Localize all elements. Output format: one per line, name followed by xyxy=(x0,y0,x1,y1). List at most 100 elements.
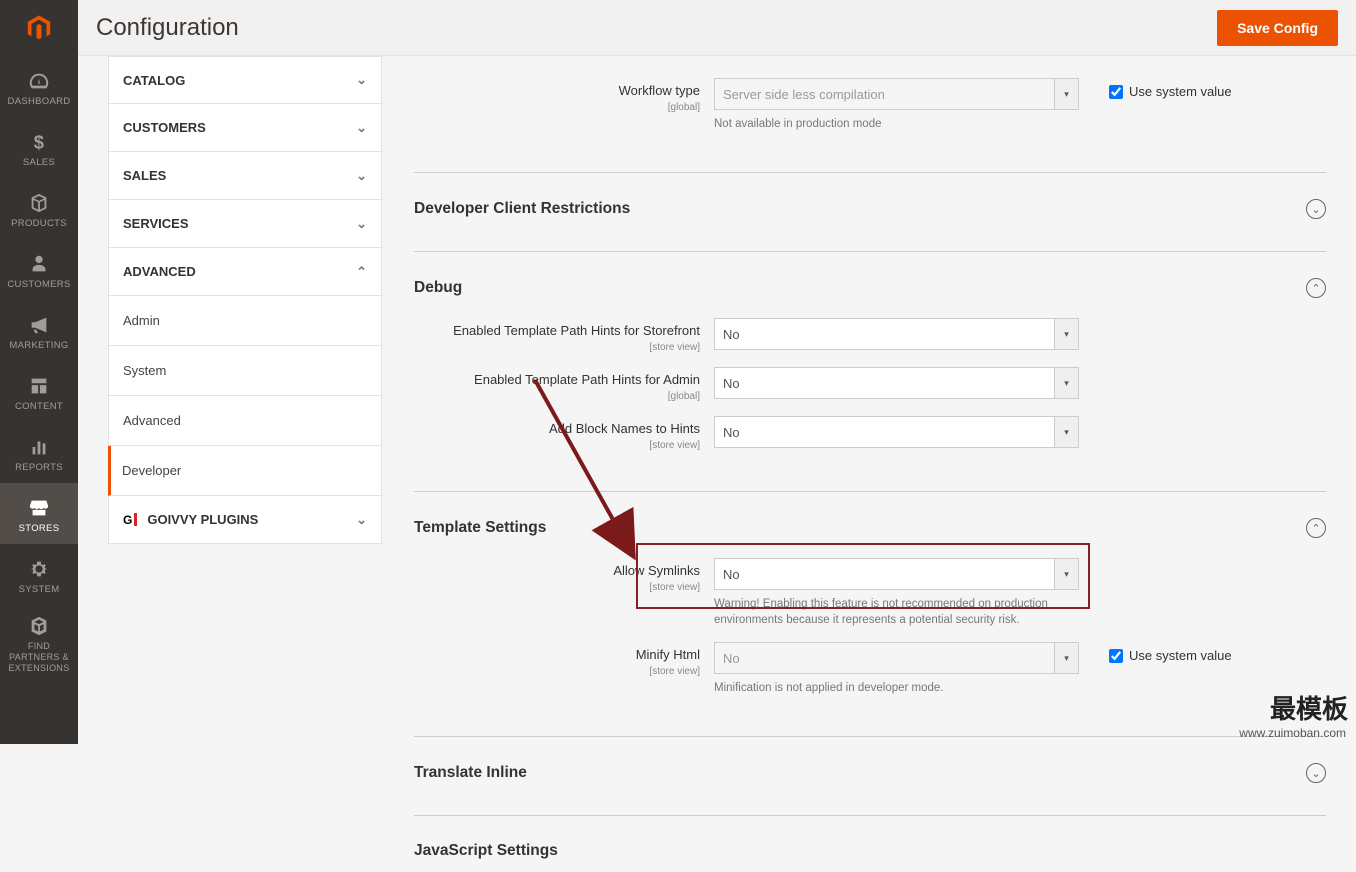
nav-label: MARKETING xyxy=(9,340,68,351)
field-scope: [global] xyxy=(414,391,700,402)
chevron-down-icon: ▾ xyxy=(1054,79,1078,109)
section-header[interactable]: Debug ⌃ xyxy=(414,252,1326,310)
tpl-hints-storefront-select[interactable]: No ▾ xyxy=(714,318,1079,350)
nav-sales[interactable]: $ SALES xyxy=(0,117,78,178)
field-label: Enabled Template Path Hints for Storefro… xyxy=(453,323,700,338)
sidebar-goivvy[interactable]: G GOIVVY PLUGINS ⌄ xyxy=(108,496,382,544)
field-allow-symlinks: Allow Symlinks [store view] No▾ Warning!… xyxy=(414,558,1326,628)
sidebar-customers[interactable]: CUSTOMERS ⌄ xyxy=(108,104,382,152)
partners-icon xyxy=(28,615,50,637)
section-javascript-settings: JavaScript Settings xyxy=(414,815,1326,872)
minify-use-system-checkbox[interactable] xyxy=(1109,649,1123,663)
field-workflow-type: Workflow type [global] Server side less … xyxy=(414,78,1326,132)
sidebar-sub-advanced[interactable]: Advanced xyxy=(108,396,382,446)
nav-label: SYSTEM xyxy=(19,584,60,595)
sidebar-label: CUSTOMERS xyxy=(123,120,206,135)
sidebar-advanced[interactable]: ADVANCED ⌃ xyxy=(108,248,382,296)
field-scope: [store view] xyxy=(414,342,700,353)
nav-label: CONTENT xyxy=(15,401,63,412)
top-bar: Configuration Save Config xyxy=(78,0,1356,56)
storefront-icon xyxy=(28,497,50,519)
select-value: No xyxy=(723,376,740,391)
chevron-down-icon: ⌄ xyxy=(356,72,367,88)
config-main: Workflow type [global] Server side less … xyxy=(414,56,1326,744)
field-minify-html: Minify Html [store view] No▾ Minificatio… xyxy=(414,642,1326,696)
tpl-hints-admin-select[interactable]: No ▾ xyxy=(714,367,1079,399)
nav-customers[interactable]: CUSTOMERS xyxy=(0,239,78,300)
sidebar-sales[interactable]: SALES⌄ xyxy=(108,152,382,200)
page-title: Configuration xyxy=(96,14,239,42)
field-tpl-hints-storefront: Enabled Template Path Hints for Storefro… xyxy=(414,318,1326,353)
section-header[interactable]: Template Settings ⌃ xyxy=(414,492,1326,550)
collapse-icon: ⌄ xyxy=(1306,763,1326,783)
block-names-select[interactable]: No ▾ xyxy=(714,416,1079,448)
nav-partners[interactable]: FIND PARTNERS & EXTENSIONS xyxy=(0,605,78,683)
nav-dashboard[interactable]: DASHBOARD xyxy=(0,56,78,117)
watermark-text: 最模板 xyxy=(1270,689,1348,726)
nav-products[interactable]: PRODUCTS xyxy=(0,178,78,239)
select-value: No xyxy=(723,651,740,666)
select-value: No xyxy=(723,425,740,440)
sidebar-sub-admin[interactable]: Admin xyxy=(108,296,382,346)
sidebar-label: GOIVVY PLUGINS xyxy=(147,512,258,527)
sidebar-label: Admin xyxy=(123,313,160,328)
chevron-down-icon: ⌄ xyxy=(356,512,367,528)
chevron-down-icon: ⌄ xyxy=(356,168,367,184)
nav-system[interactable]: SYSTEM xyxy=(0,544,78,605)
sidebar-label: ADVANCED xyxy=(123,264,196,279)
save-config-button[interactable]: Save Config xyxy=(1217,10,1338,46)
chevron-down-icon: ⌄ xyxy=(356,120,367,136)
field-scope: [store view] xyxy=(414,582,700,593)
section-developer-client-restrictions: Developer Client Restrictions ⌄ xyxy=(414,172,1326,231)
section-translate-inline: Translate Inline ⌄ xyxy=(414,736,1326,795)
nav-content[interactable]: CONTENT xyxy=(0,361,78,422)
section-header[interactable]: JavaScript Settings xyxy=(414,816,1326,872)
chevron-down-icon: ▾ xyxy=(1054,319,1078,349)
person-icon xyxy=(28,253,50,275)
minify-html-select[interactable]: No ▾ xyxy=(714,642,1079,674)
allow-symlinks-select[interactable]: No ▾ xyxy=(714,558,1079,590)
goivvy-logo-icon: G xyxy=(123,513,137,527)
workflow-use-system-checkbox[interactable] xyxy=(1109,85,1123,99)
field-label: Workflow type xyxy=(619,83,700,98)
sidebar-label: Developer xyxy=(122,463,181,478)
expand-icon: ⌃ xyxy=(1306,518,1326,538)
nav-label: DASHBOARD xyxy=(8,96,71,107)
svg-text:$: $ xyxy=(34,131,44,152)
field-scope: [store view] xyxy=(414,440,700,451)
nav-label: REPORTS xyxy=(15,462,63,473)
section-header[interactable]: Developer Client Restrictions ⌄ xyxy=(414,173,1326,231)
chevron-down-icon: ▾ xyxy=(1054,417,1078,447)
section-title: Developer Client Restrictions xyxy=(414,200,630,218)
megaphone-icon xyxy=(28,314,50,336)
chevron-down-icon: ▾ xyxy=(1054,559,1078,589)
nav-reports[interactable]: REPORTS xyxy=(0,422,78,483)
field-block-names: Add Block Names to Hints [store view] No… xyxy=(414,416,1326,451)
nav-label: PRODUCTS xyxy=(11,218,67,229)
sidebar-sub-developer[interactable]: Developer xyxy=(108,446,382,496)
workflow-type-select[interactable]: Server side less compilation▾ xyxy=(714,78,1079,110)
nav-stores[interactable]: STORES xyxy=(0,483,78,544)
chevron-down-icon: ▾ xyxy=(1054,643,1078,673)
sidebar-label: SERVICES xyxy=(123,216,189,231)
gear-icon xyxy=(28,558,50,580)
sidebar-sub-system[interactable]: System xyxy=(108,346,382,396)
section-header[interactable]: Translate Inline ⌄ xyxy=(414,737,1326,795)
field-scope: [store view] xyxy=(414,666,700,677)
field-label: Add Block Names to Hints xyxy=(549,421,700,436)
chevron-down-icon: ⌄ xyxy=(356,216,367,232)
field-scope: [global] xyxy=(414,102,700,113)
config-sidebar: CATALOG⌄ CUSTOMERS ⌄ SALES⌄ SERVICES ⌄ ADV… xyxy=(108,56,382,544)
nav-marketing[interactable]: MARKETING xyxy=(0,300,78,361)
watermark-url: www.zuimoban.com xyxy=(1239,726,1346,740)
section-debug: Debug ⌃ Enabled Template Path Hints for … xyxy=(414,251,1326,471)
sidebar-services[interactable]: SERVICES ⌄ xyxy=(108,200,382,248)
select-value: No xyxy=(723,327,740,342)
magento-logo[interactable] xyxy=(0,0,78,56)
section-title: Template Settings xyxy=(414,519,546,537)
nav-label: FIND PARTNERS & EXTENSIONS xyxy=(2,641,76,673)
select-value: No xyxy=(723,567,740,582)
chevron-down-icon: ▾ xyxy=(1054,368,1078,398)
sidebar-catalog[interactable]: CATALOG⌄ xyxy=(108,56,382,104)
chevron-up-icon: ⌃ xyxy=(356,264,367,280)
